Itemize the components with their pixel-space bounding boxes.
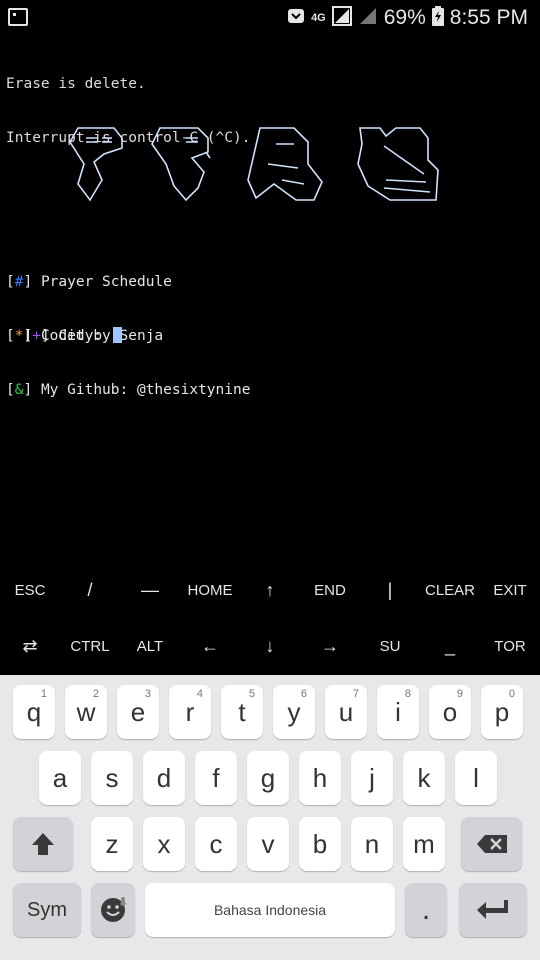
key-hint: 5 [248, 688, 255, 700]
key-label: y [287, 696, 301, 727]
extra-key[interactable]: CLEAR [420, 562, 480, 618]
text-cursor [112, 327, 122, 343]
extra-keys-row-1: ESC / — HOME ↑ END | CLEAR EXIT [0, 562, 540, 618]
sym-key[interactable]: Sym [13, 883, 81, 937]
key-h[interactable]: h [299, 751, 341, 805]
battery-icon [431, 5, 444, 31]
prompt-label: City: [58, 328, 103, 344]
key-i[interactable]: i8 [377, 685, 419, 739]
key-w[interactable]: w2 [65, 685, 107, 739]
key-q[interactable]: q1 [13, 685, 55, 739]
signal-icon [358, 6, 378, 31]
terminal-line: Erase is delete. [6, 76, 146, 92]
key-hint: 6 [300, 688, 307, 700]
key-label: t [238, 696, 246, 727]
key-e[interactable]: e3 [117, 685, 159, 739]
key-hint: 8 [404, 688, 411, 700]
key-hint: 9 [456, 688, 463, 700]
key-j[interactable]: j [351, 751, 393, 805]
enter-key[interactable] [459, 883, 527, 937]
clock: 8:55 PM [449, 6, 528, 29]
key-hint: 4 [196, 688, 203, 700]
extra-key[interactable]: END [300, 562, 360, 618]
prompt-mark: + [32, 328, 41, 344]
info-text: Prayer Schedule [40, 274, 172, 290]
key-d[interactable]: d [143, 751, 185, 805]
key-o[interactable]: o9 [429, 685, 471, 739]
extra-key[interactable]: HOME [180, 562, 240, 618]
key-hint: 2 [92, 688, 99, 700]
key-label: w [76, 696, 96, 727]
key-v[interactable]: v [247, 817, 289, 871]
key-y[interactable]: y6 [273, 685, 315, 739]
microphone-icon [119, 885, 127, 916]
key-p[interactable]: p0 [481, 685, 523, 739]
info-line: [#] Prayer Schedule [6, 274, 172, 290]
key-m[interactable]: m [403, 817, 445, 871]
key-label: i [395, 696, 401, 727]
key-r[interactable]: r4 [169, 685, 211, 739]
extra-key[interactable]: ⇄ [0, 618, 60, 674]
info-line: [&] My Github: @thesixtynine [6, 382, 251, 398]
extra-key[interactable]: _ [420, 618, 480, 674]
extra-key[interactable]: SU [360, 618, 420, 674]
key-hint: 7 [352, 688, 359, 700]
backspace-key[interactable] [461, 817, 522, 871]
soft-keyboard: Sym Bahasa Indonesia . q1w2e3r4t5y6u7i8o… [0, 675, 540, 960]
key-hint: 0 [508, 688, 515, 700]
key-t[interactable]: t5 [221, 685, 263, 739]
extra-key[interactable]: TOR [480, 618, 540, 674]
key-hint: 3 [144, 688, 151, 700]
extra-key[interactable]: | [360, 562, 420, 618]
extra-key[interactable]: EXIT [480, 562, 540, 618]
extra-keys-bar: ESC / — HOME ↑ END | CLEAR EXIT ⇄ CTRL ALT ← ↓ → SU _ TO… [0, 562, 540, 674]
key-x[interactable]: x [143, 817, 185, 871]
key-label: r [185, 696, 195, 727]
key-z[interactable]: z [91, 817, 133, 871]
key-n[interactable]: n [351, 817, 393, 871]
extra-key[interactable]: / [60, 562, 120, 618]
key-label: e [130, 696, 146, 727]
notification-icon [8, 8, 28, 26]
key-g[interactable]: g [247, 751, 289, 805]
key-b[interactable]: b [299, 817, 341, 871]
key-label: u [338, 696, 354, 727]
key-a[interactable]: a [39, 751, 81, 805]
extra-key[interactable]: ← [180, 618, 240, 674]
backspace-icon [476, 835, 507, 853]
key-label: p [494, 696, 510, 727]
status-bar: 4G 69% 8:55 PM [0, 0, 540, 36]
key-label: o [442, 696, 458, 727]
extra-key[interactable]: ↑ [240, 562, 300, 618]
key-c[interactable]: c [195, 817, 237, 871]
period-key[interactable]: . [405, 883, 447, 937]
signal-icon [331, 5, 352, 31]
key-hint: 1 [40, 688, 47, 700]
key-u[interactable]: u7 [325, 685, 367, 739]
network-type: 4G [311, 12, 326, 24]
extra-key[interactable]: CTRL [60, 618, 120, 674]
key-f[interactable]: f [195, 751, 237, 805]
info-text: My Github: @thesixtynine [40, 382, 251, 398]
extra-keys-row-2: ⇄ CTRL ALT ← ↓ → SU _ TOR [0, 618, 540, 674]
extra-key[interactable]: → [300, 618, 360, 674]
extra-key[interactable]: ESC [0, 562, 60, 618]
ascii-banner-logo [69, 127, 439, 202]
shift-key[interactable] [13, 817, 73, 871]
key-label: q [26, 696, 42, 727]
status-icons: 4G 69% 8:55 PM [287, 4, 528, 32]
terminal-prompt[interactable]: [+] City: [6, 309, 536, 345]
pocket-icon [287, 7, 305, 30]
enter-icon [477, 900, 508, 919]
battery-percent: 69% [383, 6, 426, 29]
key-k[interactable]: k [403, 751, 445, 805]
emoji-key[interactable] [91, 883, 135, 937]
extra-key[interactable]: ↓ [240, 618, 300, 674]
extra-key[interactable]: ALT [120, 618, 180, 674]
key-l[interactable]: l [455, 751, 497, 805]
extra-key[interactable]: — [120, 562, 180, 618]
key-s[interactable]: s [91, 751, 133, 805]
shift-icon [32, 833, 54, 855]
space-key[interactable]: Bahasa Indonesia [145, 883, 395, 937]
